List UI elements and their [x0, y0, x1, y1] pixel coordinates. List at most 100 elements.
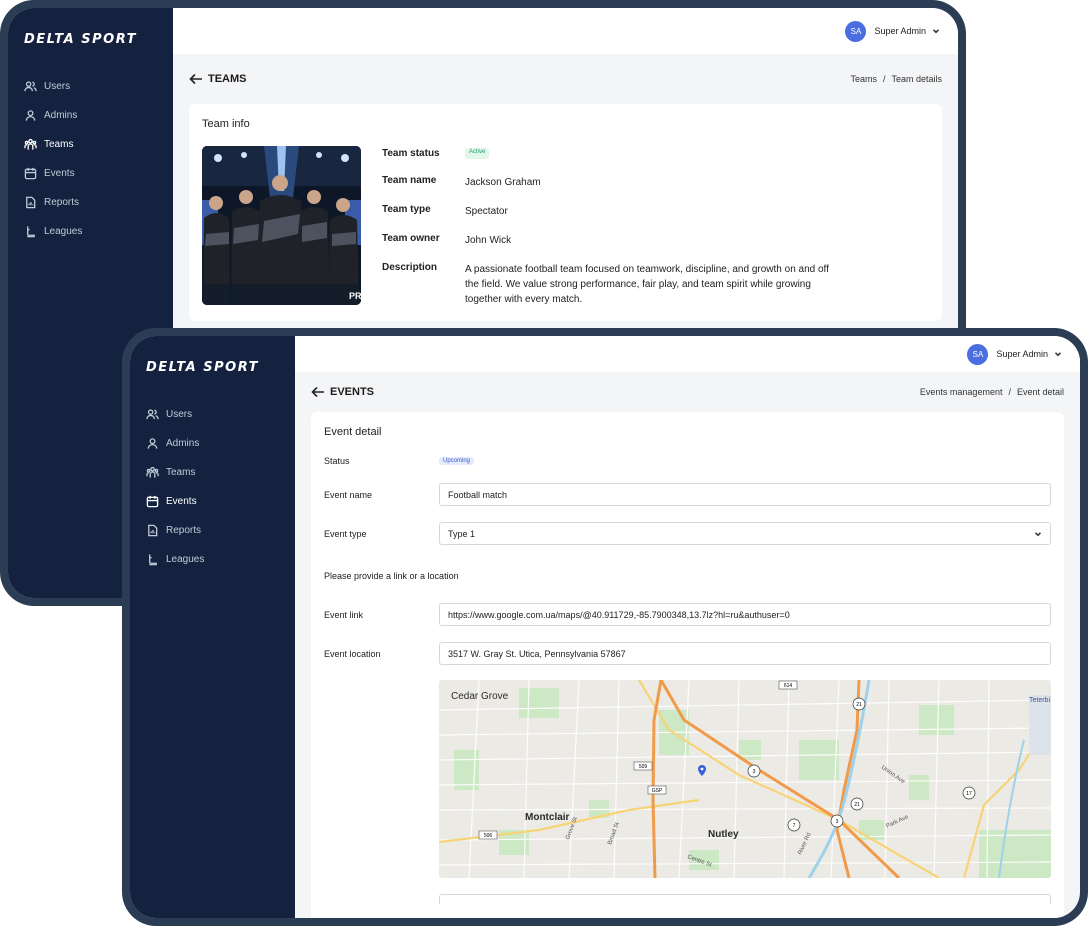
- map-wrapper: Cedar Grove Montclair Nutley Teterbi Gro…: [439, 680, 1051, 878]
- team-status-label: Team status: [382, 148, 440, 159]
- event-location-value: 3517 W. Gray St. Utica, Pennsylvania 578…: [448, 648, 626, 659]
- chevron-down-icon[interactable]: [932, 27, 940, 35]
- sidebar-item-label: Teams: [166, 467, 196, 478]
- calendar-icon: [24, 167, 37, 180]
- card-title: Team info: [202, 118, 250, 130]
- sidebar-item-events[interactable]: Events: [130, 487, 295, 516]
- sidebar-item-label: Leagues: [44, 226, 83, 237]
- arrow-left-icon: [189, 73, 202, 85]
- svg-text:Cedar Grove: Cedar Grove: [451, 691, 509, 702]
- events-device-frame: DELTA SPORT Users Admins Teams Events Re…: [122, 328, 1088, 926]
- main-content: SA Super Admin EVENTS Events management /…: [295, 336, 1080, 918]
- breadcrumb-link[interactable]: Teams: [850, 74, 877, 84]
- league-icon: [27, 226, 35, 238]
- sidebar-item-teams[interactable]: Teams: [8, 130, 173, 159]
- sidebar-nav: Users Admins Teams Events Reports League…: [8, 72, 173, 246]
- status-label: Status: [324, 456, 350, 466]
- svg-text:21: 21: [854, 802, 860, 808]
- avatar[interactable]: SA: [967, 343, 989, 365]
- team-name-value: Jackson Graham: [465, 177, 541, 188]
- status-badge: Active: [465, 148, 490, 159]
- event-location-row: Event location 3517 W. Gray St. Utica, P…: [324, 642, 1051, 665]
- team-owner-label: Team owner: [382, 233, 440, 244]
- breadcrumb: Teams / Team details: [850, 74, 942, 84]
- status-row: Status Upcoming: [324, 456, 1051, 466]
- svg-text:3: 3: [753, 769, 756, 775]
- team-status-row: Team status Active: [382, 148, 845, 159]
- sidebar-item-users[interactable]: Users: [130, 400, 295, 429]
- card-title: Event detail: [324, 426, 382, 438]
- chevron-down-icon[interactable]: [1054, 350, 1062, 358]
- sidebar-item-leagues[interactable]: Leagues: [130, 545, 295, 574]
- team-name-label: Team name: [382, 175, 437, 186]
- sidebar-item-teams[interactable]: Teams: [130, 458, 295, 487]
- brand-logo: DELTA SPORT: [146, 359, 259, 375]
- svg-text:509: 509: [639, 764, 648, 770]
- event-type-label: Event type: [324, 528, 367, 539]
- svg-text:GSP: GSP: [652, 788, 663, 794]
- topbar: SA Super Admin: [173, 8, 958, 54]
- team-photo: PR: [202, 146, 361, 305]
- breadcrumb-link[interactable]: Events management: [920, 387, 1003, 397]
- page-title: EVENTS: [330, 386, 375, 399]
- report-icon: [26, 196, 36, 209]
- users-icon: [146, 409, 159, 420]
- svg-text:7: 7: [793, 823, 796, 829]
- brand-logo: DELTA SPORT: [24, 31, 137, 47]
- breadcrumb: Events management / Event detail: [919, 387, 1064, 398]
- svg-text:Montclair: Montclair: [525, 812, 570, 823]
- event-location-input[interactable]: 3517 W. Gray St. Utica, Pennsylvania 578…: [439, 642, 1051, 665]
- sidebar-item-admins[interactable]: Admins: [130, 429, 295, 458]
- team-name-row: Team name Jackson Graham: [382, 175, 845, 190]
- sidebar-item-leagues[interactable]: Leagues: [8, 217, 173, 246]
- sidebar-nav: Users Admins Teams Events Reports League…: [130, 400, 295, 574]
- back-button[interactable]: EVENTS: [311, 386, 374, 398]
- team-type-row: Team type Spectator: [382, 204, 845, 219]
- avatar[interactable]: SA: [845, 20, 867, 42]
- event-type-value: Type 1: [448, 528, 476, 539]
- sidebar-item-label: Events: [166, 496, 197, 507]
- sidebar-item-events[interactable]: Events: [8, 159, 173, 188]
- description-row: Description A passionate football team f…: [382, 262, 845, 307]
- event-type-row: Event type Type 1: [324, 522, 1051, 545]
- sidebar-item-label: Admins: [44, 110, 78, 121]
- calendar-icon: [146, 495, 159, 508]
- team-type-value: Spectator: [465, 206, 508, 217]
- back-button[interactable]: TEAMS: [189, 73, 247, 85]
- link-or-location-hint: Please provide a link or a location: [324, 571, 459, 581]
- description-label: Description: [382, 262, 438, 273]
- event-link-input[interactable]: https://www.google.com.ua/maps/@40.91172…: [439, 603, 1051, 626]
- sidebar-item-admins[interactable]: Admins: [8, 101, 173, 130]
- arrow-left-icon: [311, 387, 324, 398]
- svg-text:3: 3: [836, 819, 839, 825]
- sidebar-item-users[interactable]: Users: [8, 72, 173, 101]
- event-link-row: Event link https://www.google.com.ua/map…: [324, 603, 1051, 626]
- event-name-value: Football match: [448, 489, 508, 500]
- sidebar-item-reports[interactable]: Reports: [130, 516, 295, 545]
- event-type-select[interactable]: Type 1: [439, 522, 1051, 545]
- event-name-label: Event name: [324, 489, 373, 500]
- topbar: SA Super Admin: [295, 336, 1080, 373]
- user-icon: [25, 110, 36, 121]
- user-icon: [147, 438, 158, 449]
- status-badge: Upcoming: [439, 457, 475, 465]
- user-name[interactable]: Super Admin: [996, 349, 1048, 359]
- breadcrumb-current: Team details: [891, 74, 942, 84]
- svg-text:Teterbi: Teterbi: [1029, 697, 1050, 704]
- svg-text:614: 614: [784, 683, 793, 689]
- team-icon: [146, 466, 159, 478]
- user-name[interactable]: Super Admin: [874, 26, 926, 36]
- sidebar-item-label: Reports: [44, 197, 80, 208]
- event-link-value: https://www.google.com.ua/maps/@40.91172…: [448, 609, 790, 620]
- team-type-label: Team type: [382, 204, 431, 215]
- team-owner-value: John Wick: [465, 235, 512, 246]
- sidebar-item-reports[interactable]: Reports: [8, 188, 173, 217]
- event-location-map[interactable]: Cedar Grove Montclair Nutley Teterbi Gro…: [439, 680, 1051, 878]
- sidebar-item-label: Teams: [44, 139, 74, 150]
- event-location-label: Event location: [324, 648, 381, 659]
- event-detail-card: Event detail Status Upcoming Event name …: [311, 412, 1064, 918]
- team-icon: [24, 138, 37, 150]
- svg-text:21: 21: [856, 702, 862, 708]
- next-field-partial: [439, 894, 1051, 904]
- event-name-input[interactable]: Football match: [439, 483, 1051, 506]
